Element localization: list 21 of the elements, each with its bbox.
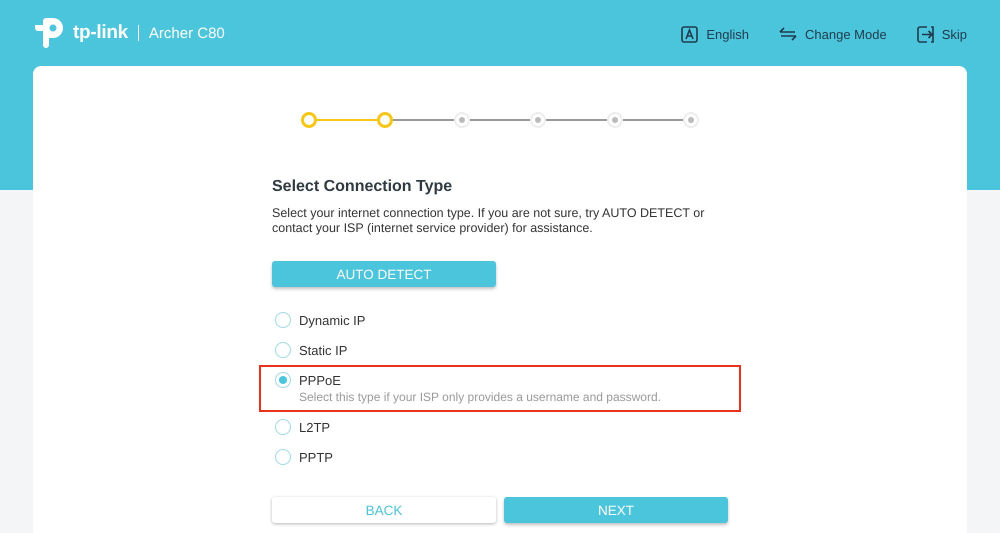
header-link[interactable]: Change Mode	[779, 26, 887, 42]
page-title: Select Connection Type	[272, 178, 454, 196]
exit-icon	[916, 26, 934, 42]
swap-arrows-icon	[779, 27, 798, 41]
radio-button[interactable]	[275, 312, 291, 328]
option-label[interactable]: Dynamic IP	[299, 312, 366, 328]
language-icon	[681, 26, 698, 42]
header-link[interactable]: Skip	[916, 26, 967, 42]
option-label[interactable]: PPPoE	[299, 372, 341, 388]
option-label[interactable]: PPTP	[299, 450, 333, 464]
option-label[interactable]: Static IP	[299, 342, 348, 358]
radio-button[interactable]	[275, 372, 291, 388]
model-name: Archer C80	[148, 24, 225, 42]
radio-button[interactable]	[275, 342, 291, 358]
radio-button[interactable]	[275, 419, 291, 435]
radio-button[interactable]	[275, 449, 291, 465]
option-label[interactable]: L2TP	[299, 420, 330, 434]
description-text: Select your internet connection type. If you are not sure, try AUTO DETECT or contact your ISP (internet service provider) for assistance.	[272, 206, 706, 236]
header-link[interactable]: English	[681, 26, 750, 42]
option-hint: Select this type if your ISP only provides a username and password.	[298, 390, 662, 406]
brand-name: tp-link	[73, 22, 128, 44]
